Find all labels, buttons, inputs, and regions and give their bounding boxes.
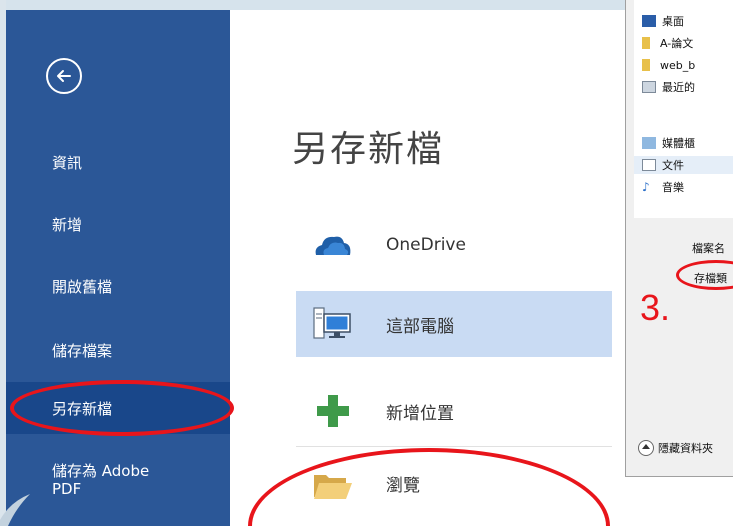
save-as-dialog: 桌面 A-論文 web_b 最近的 媒體櫃 文件 ♪ 音樂 檔案名 存檔類 (625, 0, 733, 477)
tree-item-folder[interactable]: A-論文 (642, 34, 693, 52)
nav-label: 儲存為 Adobe PDF (52, 462, 150, 498)
tree-label: 桌面 (662, 15, 684, 28)
recent-icon (642, 81, 656, 93)
hide-folders-toggle[interactable]: 隱藏資料夾 (638, 440, 713, 456)
tree-item-library[interactable]: 媒體櫃 (642, 134, 695, 152)
tree-item-desktop[interactable]: 桌面 (642, 12, 684, 30)
nav-info[interactable]: 資訊 (6, 136, 230, 188)
nav-open[interactable]: 開啟舊檔 (6, 260, 230, 312)
nav-new[interactable]: 新增 (6, 198, 230, 250)
nav-save-as[interactable]: 另存新檔 (6, 382, 230, 434)
library-icon (642, 137, 656, 149)
chevron-up-icon (638, 440, 654, 456)
nav-label: 資訊 (52, 153, 83, 172)
backstage-sidebar: 資訊 新增 開啟舊檔 儲存檔案 另存新檔 儲存為 Adobe PDF (6, 10, 230, 526)
plus-icon (317, 395, 349, 427)
place-label: 瀏覽 (386, 475, 420, 496)
place-label: 新增位置 (386, 403, 454, 424)
folder-icon (642, 37, 650, 49)
divider (296, 446, 612, 447)
filetype-label: 存檔類 (694, 272, 727, 285)
nav-save[interactable]: 儲存檔案 (6, 324, 230, 376)
desktop-swoosh (0, 494, 30, 526)
tree-label: 音樂 (662, 181, 684, 194)
place-label: 這部電腦 (386, 316, 454, 337)
tree-item-music[interactable]: ♪ 音樂 (642, 178, 684, 196)
place-browse[interactable]: 瀏覽 (296, 450, 612, 516)
tree-label: 最近的 (662, 81, 695, 94)
tree-label: 媒體櫃 (662, 137, 695, 150)
back-button[interactable] (46, 58, 82, 94)
tree-label: web_b (660, 58, 696, 72)
folder-icon (642, 59, 650, 71)
cloud-icon (315, 236, 351, 255)
tree-item-documents[interactable]: 文件 (634, 156, 733, 174)
place-label: OneDrive (386, 235, 466, 255)
save-as-panel: 另存新檔 OneDrive 這部電腦 新增位置 瀏覽 (230, 10, 620, 526)
music-icon: ♪ (642, 180, 650, 194)
nav-label: 新增 (52, 215, 83, 234)
place-add[interactable]: 新增位置 (296, 378, 612, 444)
desktop-background (0, 0, 733, 10)
step-annotation: 3. (640, 287, 671, 328)
page-title: 另存新檔 (292, 129, 445, 170)
computer-icon (313, 307, 351, 339)
nav-label: 儲存檔案 (52, 341, 113, 360)
place-onedrive[interactable]: OneDrive (296, 212, 612, 278)
filename-label: 檔案名 (692, 242, 725, 255)
folder-tree: 桌面 A-論文 web_b 最近的 媒體櫃 文件 ♪ 音樂 (634, 0, 733, 218)
place-this-pc[interactable]: 這部電腦 (296, 291, 612, 357)
nav-label: 開啟舊檔 (52, 277, 113, 296)
hide-folders-label: 隱藏資料夾 (658, 442, 713, 455)
tree-item-folder[interactable]: web_b (642, 56, 695, 74)
document-icon (642, 159, 656, 171)
tree-label: A-論文 (660, 37, 694, 50)
back-arrow-icon (57, 70, 71, 82)
desktop-icon (642, 15, 656, 27)
nav-label: 另存新檔 (52, 399, 113, 418)
tree-label: 文件 (662, 159, 684, 172)
tree-item-recent[interactable]: 最近的 (642, 78, 695, 96)
folder-icon (314, 475, 352, 499)
